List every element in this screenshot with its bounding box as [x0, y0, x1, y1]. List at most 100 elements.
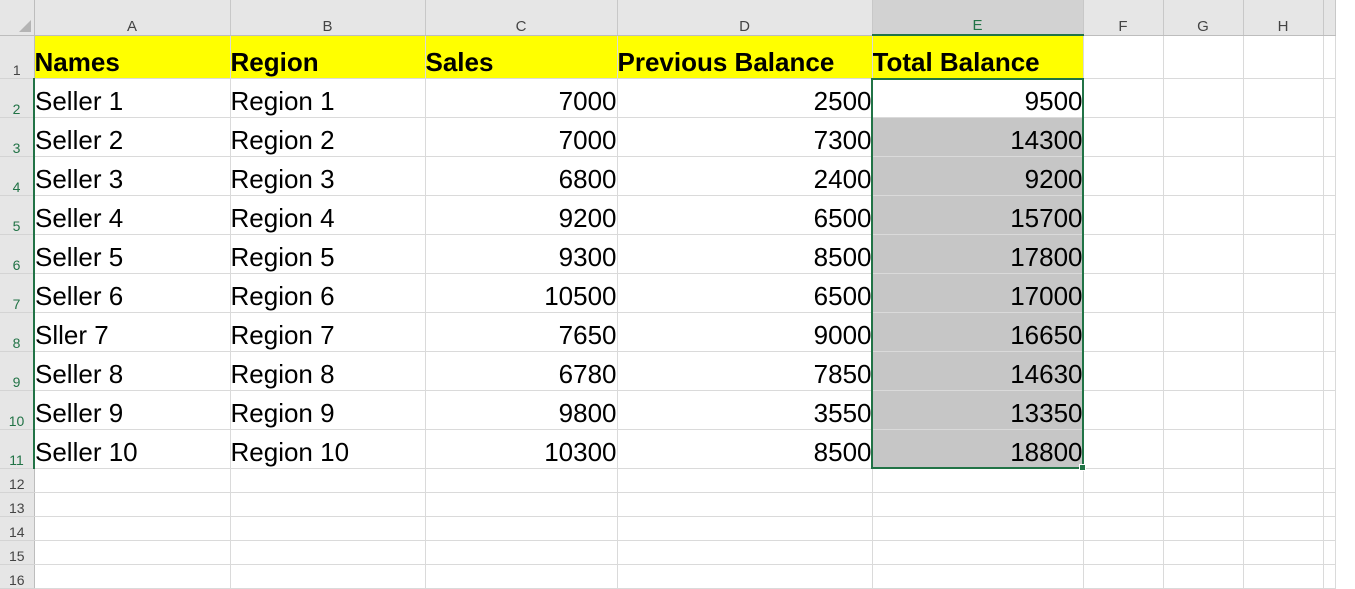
name-cell[interactable]: Seller 2: [34, 117, 231, 157]
empty-cell[interactable]: [1163, 540, 1244, 565]
total-balance-cell[interactable]: 14300: [872, 117, 1084, 157]
region-cell[interactable]: Region 9: [230, 390, 426, 430]
empty-cell[interactable]: [230, 540, 426, 565]
empty-cell[interactable]: [1083, 234, 1164, 274]
empty-cell[interactable]: [1243, 564, 1324, 589]
cell-overflow[interactable]: [1323, 35, 1336, 79]
empty-cell[interactable]: [1243, 516, 1324, 541]
select-all-corner[interactable]: [0, 0, 35, 36]
region-cell[interactable]: Region 1: [230, 78, 426, 118]
column-header-h[interactable]: H: [1243, 0, 1324, 36]
empty-cell[interactable]: [425, 492, 618, 517]
cell-c1[interactable]: Sales: [425, 35, 618, 79]
region-cell[interactable]: Region 3: [230, 156, 426, 196]
row-header[interactable]: 15: [0, 540, 35, 565]
sales-cell[interactable]: 6780: [425, 351, 618, 391]
row-header[interactable]: 6: [0, 234, 35, 274]
total-balance-cell[interactable]: 9200: [872, 156, 1084, 196]
previous-balance-cell[interactable]: 9000: [617, 312, 873, 352]
row-header[interactable]: 12: [0, 468, 35, 493]
empty-cell[interactable]: [1243, 429, 1324, 469]
previous-balance-cell[interactable]: 2500: [617, 78, 873, 118]
empty-cell[interactable]: [617, 540, 873, 565]
sales-cell[interactable]: 7000: [425, 117, 618, 157]
empty-cell[interactable]: [1083, 516, 1164, 541]
empty-cell[interactable]: [1323, 564, 1336, 589]
empty-cell[interactable]: [1163, 390, 1244, 430]
empty-cell[interactable]: [1243, 492, 1324, 517]
sales-cell[interactable]: 9800: [425, 390, 618, 430]
column-header-overflow[interactable]: [1323, 0, 1336, 36]
name-cell[interactable]: Seller 10: [34, 429, 231, 469]
previous-balance-cell[interactable]: 3550: [617, 390, 873, 430]
sales-cell[interactable]: 10300: [425, 429, 618, 469]
empty-cell[interactable]: [1323, 117, 1336, 157]
empty-cell[interactable]: [34, 564, 231, 589]
row-header[interactable]: 16: [0, 564, 35, 589]
empty-cell[interactable]: [425, 516, 618, 541]
region-cell[interactable]: Region 4: [230, 195, 426, 235]
sales-cell[interactable]: 10500: [425, 273, 618, 313]
name-cell[interactable]: Seller 6: [34, 273, 231, 313]
name-cell[interactable]: Seller 1: [34, 78, 231, 118]
empty-cell[interactable]: [1083, 468, 1164, 493]
empty-cell[interactable]: [1243, 273, 1324, 313]
empty-cell[interactable]: [1083, 117, 1164, 157]
empty-cell[interactable]: [1323, 516, 1336, 541]
row-header[interactable]: 4: [0, 156, 35, 196]
empty-cell[interactable]: [1323, 429, 1336, 469]
empty-cell[interactable]: [1083, 273, 1164, 313]
name-cell[interactable]: Seller 9: [34, 390, 231, 430]
total-balance-cell[interactable]: 16650: [872, 312, 1084, 352]
empty-cell[interactable]: [1243, 468, 1324, 493]
empty-cell[interactable]: [1243, 195, 1324, 235]
total-balance-cell[interactable]: 18800: [872, 429, 1084, 469]
previous-balance-cell[interactable]: 2400: [617, 156, 873, 196]
empty-cell[interactable]: [1323, 156, 1336, 196]
empty-cell[interactable]: [1163, 351, 1244, 391]
empty-cell[interactable]: [1163, 195, 1244, 235]
cell-e1[interactable]: Total Balance: [872, 35, 1084, 79]
empty-cell[interactable]: [1083, 429, 1164, 469]
empty-cell[interactable]: [1323, 468, 1336, 493]
previous-balance-cell[interactable]: 8500: [617, 429, 873, 469]
column-header-f[interactable]: F: [1083, 0, 1164, 36]
previous-balance-cell[interactable]: 7850: [617, 351, 873, 391]
empty-cell[interactable]: [1243, 156, 1324, 196]
empty-cell[interactable]: [872, 564, 1084, 589]
previous-balance-cell[interactable]: 6500: [617, 273, 873, 313]
empty-cell[interactable]: [425, 540, 618, 565]
empty-cell[interactable]: [1243, 312, 1324, 352]
empty-cell[interactable]: [1323, 234, 1336, 274]
empty-cell[interactable]: [230, 516, 426, 541]
empty-cell[interactable]: [34, 468, 231, 493]
previous-balance-cell[interactable]: 8500: [617, 234, 873, 274]
row-header[interactable]: 13: [0, 492, 35, 517]
cell-b1[interactable]: Region: [230, 35, 426, 79]
row-header[interactable]: 10: [0, 390, 35, 430]
empty-cell[interactable]: [1163, 117, 1244, 157]
empty-cell[interactable]: [1323, 390, 1336, 430]
cell-f1[interactable]: [1083, 35, 1164, 79]
empty-cell[interactable]: [1243, 78, 1324, 118]
empty-cell[interactable]: [617, 492, 873, 517]
region-cell[interactable]: Region 8: [230, 351, 426, 391]
cell-a1[interactable]: Names: [34, 35, 231, 79]
empty-cell[interactable]: [34, 516, 231, 541]
empty-cell[interactable]: [1243, 351, 1324, 391]
empty-cell[interactable]: [425, 468, 618, 493]
empty-cell[interactable]: [1163, 429, 1244, 469]
column-header-b[interactable]: B: [230, 0, 426, 36]
region-cell[interactable]: Region 6: [230, 273, 426, 313]
empty-cell[interactable]: [1323, 273, 1336, 313]
row-header[interactable]: 1: [0, 35, 35, 79]
empty-cell[interactable]: [1083, 351, 1164, 391]
empty-cell[interactable]: [1243, 390, 1324, 430]
row-header[interactable]: 7: [0, 273, 35, 313]
empty-cell[interactable]: [1323, 195, 1336, 235]
empty-cell[interactable]: [1083, 195, 1164, 235]
sales-cell[interactable]: 7650: [425, 312, 618, 352]
empty-cell[interactable]: [1163, 312, 1244, 352]
empty-cell[interactable]: [872, 540, 1084, 565]
empty-cell[interactable]: [1243, 234, 1324, 274]
